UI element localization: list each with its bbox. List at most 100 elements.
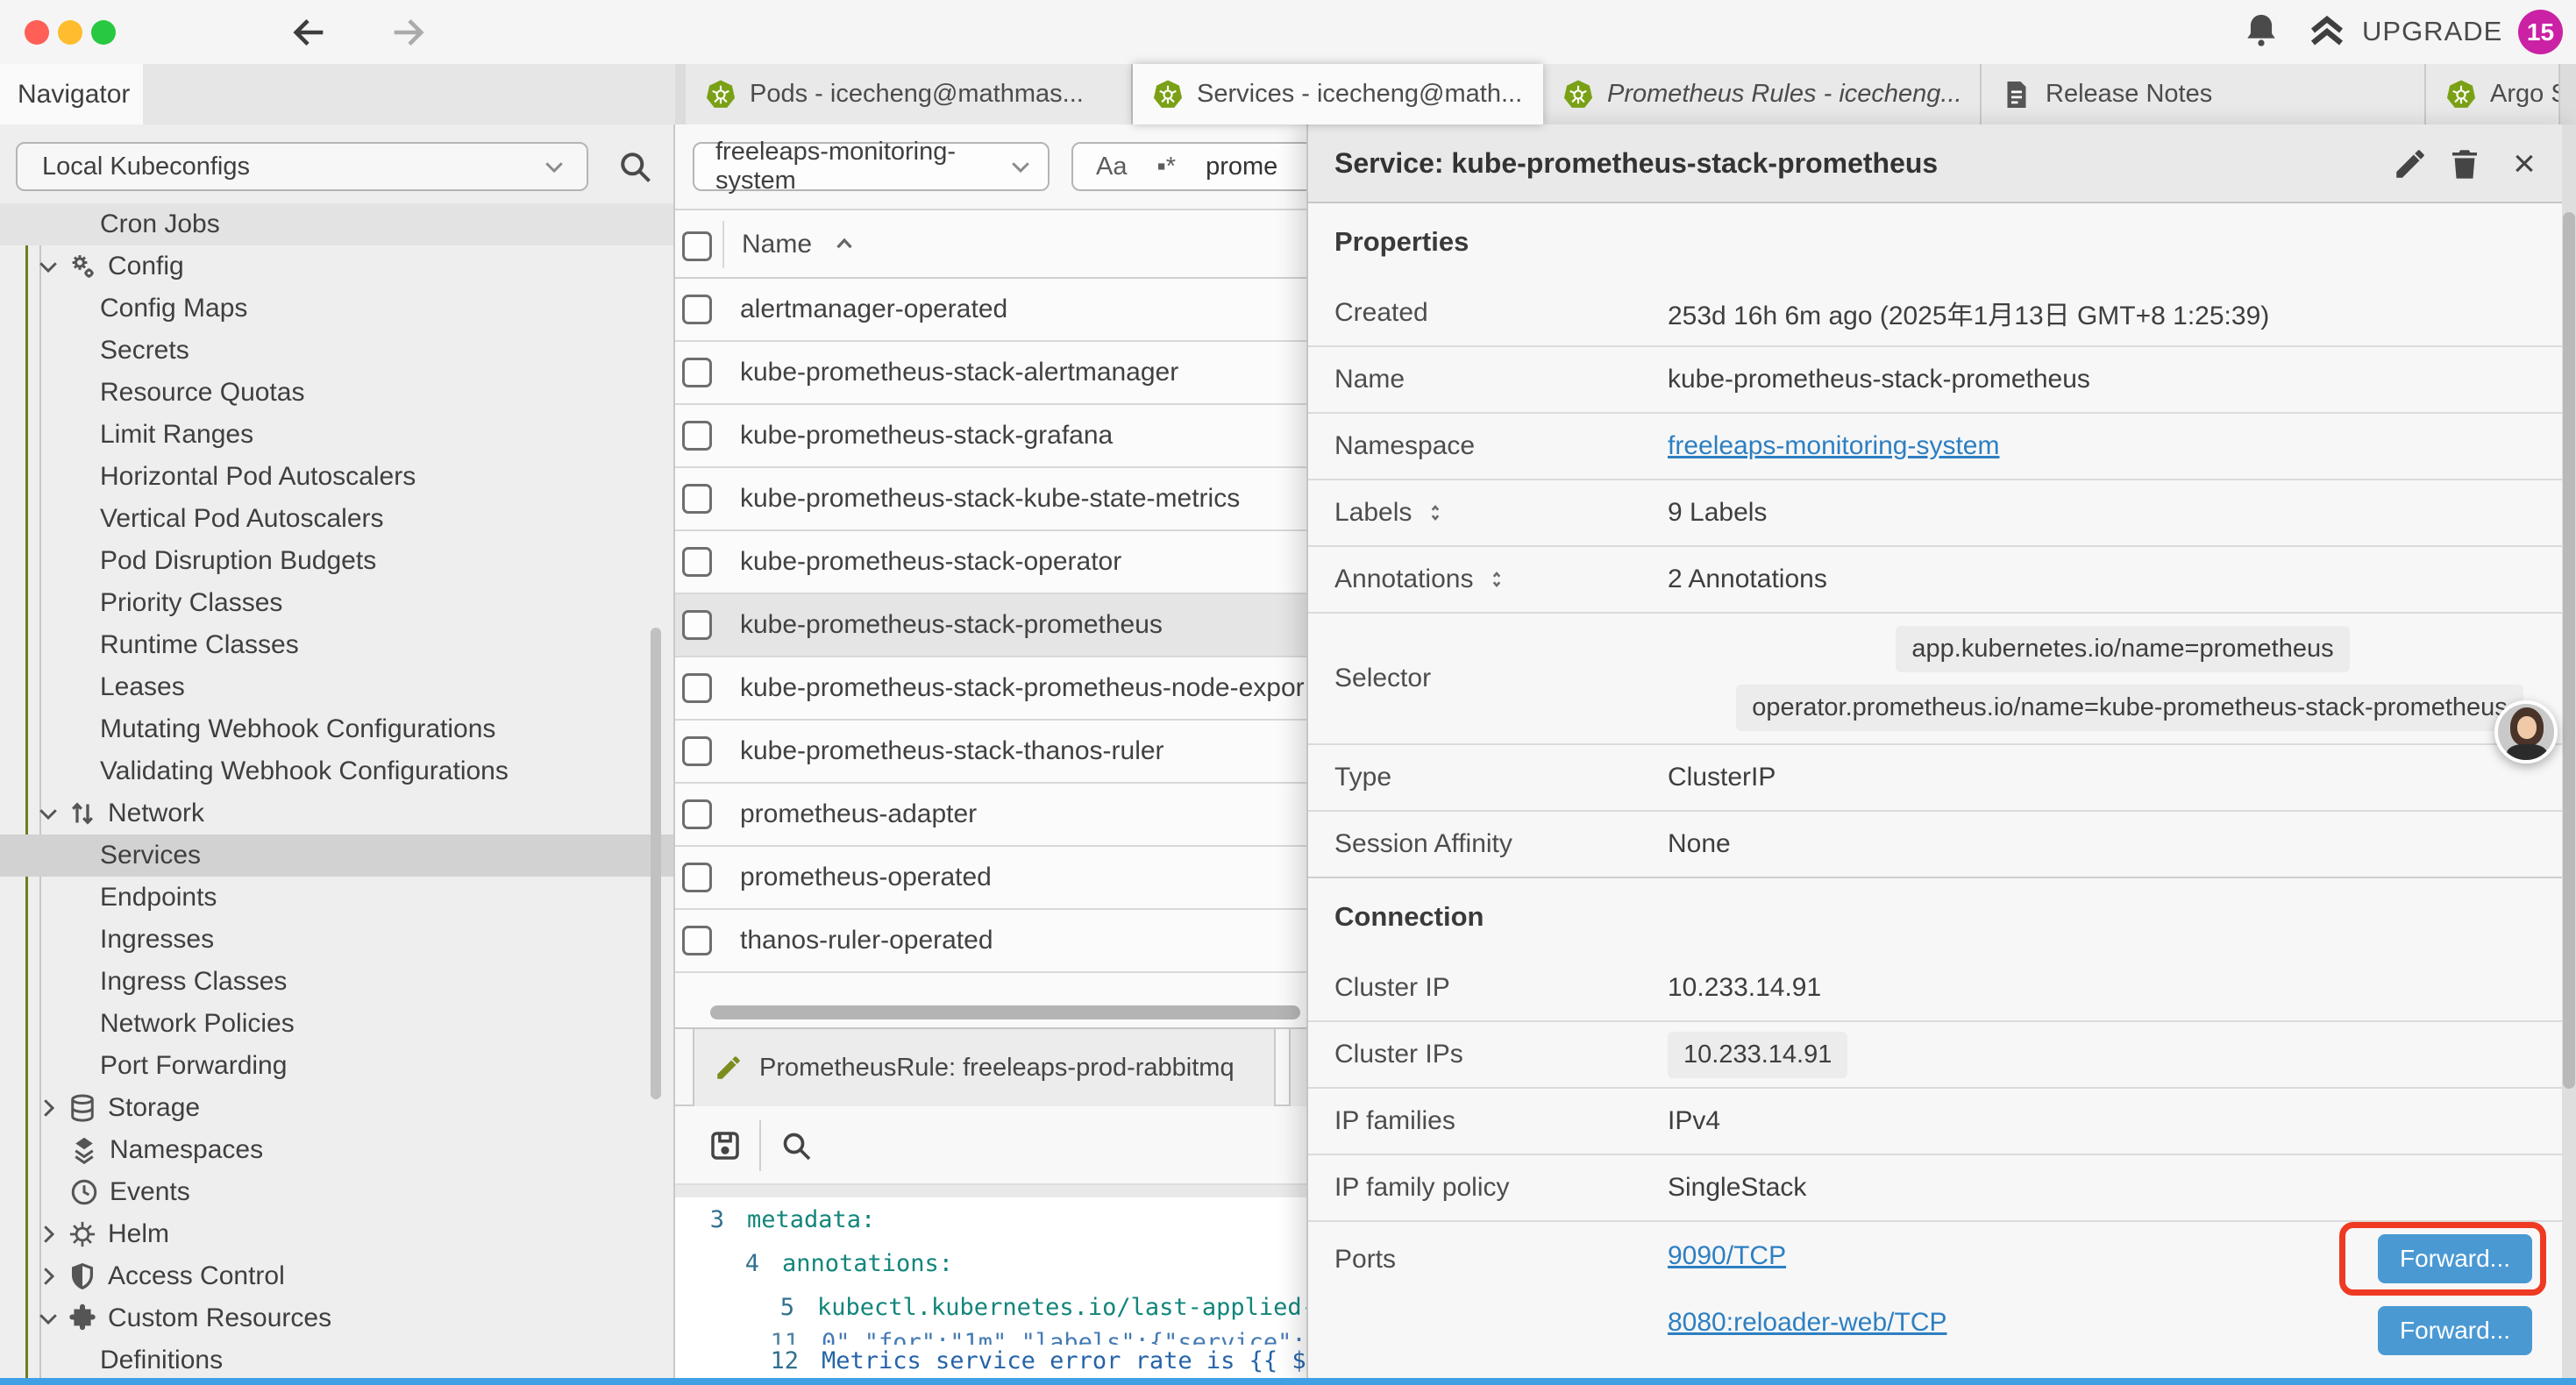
service-name: alertmanager-operated xyxy=(740,295,1007,324)
chev-right-icon[interactable] xyxy=(35,1221,61,1247)
chev-down-icon[interactable] xyxy=(35,800,61,827)
chev-right-icon[interactable] xyxy=(35,1263,61,1289)
service-name: kube-prometheus-stack-prometheus-node-ex… xyxy=(740,673,1305,703)
regex-toggle[interactable]: ▪* xyxy=(1156,153,1176,181)
tree-item[interactable]: Custom Resources xyxy=(0,1297,675,1339)
tree-item[interactable]: Runtime Classes xyxy=(0,624,675,666)
chev-right-icon[interactable] xyxy=(35,1095,61,1121)
tree-item[interactable]: Events xyxy=(0,1171,675,1213)
port-link-8080[interactable]: 8080:reloader-web/TCP xyxy=(1668,1308,1947,1337)
tree-item[interactable]: Ingress Classes xyxy=(0,961,675,1003)
notification-count-badge[interactable]: 15 xyxy=(2518,10,2563,54)
tree-item[interactable]: Vertical Pod Autoscalers xyxy=(0,498,675,540)
save-icon[interactable] xyxy=(707,1127,744,1164)
drawer-scrollbar-track[interactable] xyxy=(2562,124,2576,1385)
chev-down-icon[interactable] xyxy=(35,1305,61,1332)
cluster-tab[interactable]: Argo Se xyxy=(2426,64,2560,124)
arrow-right-icon[interactable] xyxy=(388,12,428,53)
tree-item[interactable]: Definitions xyxy=(0,1339,675,1381)
property-label: Cluster IPs xyxy=(1308,1022,1668,1087)
tree-item[interactable]: Horizontal Pod Autoscalers xyxy=(0,456,675,498)
sort-ud-icon[interactable] xyxy=(1424,501,1447,524)
tree-item[interactable]: Priority Classes xyxy=(0,582,675,624)
tree-item[interactable]: Services xyxy=(0,835,675,877)
table-horizontal-scrollbar[interactable] xyxy=(710,1005,1300,1019)
tree-item-label: Secrets xyxy=(100,336,189,366)
forward-button-9090[interactable]: Forward... xyxy=(2378,1234,2532,1283)
tree-item[interactable]: Port Forwarding xyxy=(0,1045,675,1087)
name-column-header[interactable]: Name xyxy=(742,210,857,279)
tree-item[interactable]: Access Control xyxy=(0,1255,675,1297)
row-checkbox[interactable] xyxy=(682,673,712,703)
namespace-link[interactable]: freeleaps-monitoring-system xyxy=(1668,431,1999,461)
namespace-select[interactable]: freeleaps-monitoring-system xyxy=(693,142,1050,191)
tree-item-label: Runtime Classes xyxy=(100,630,299,660)
tree-item[interactable]: Endpoints xyxy=(0,877,675,919)
row-checkbox[interactable] xyxy=(682,547,712,577)
search-icon[interactable] xyxy=(616,147,654,186)
forward-button-8080[interactable]: Forward... xyxy=(2378,1306,2532,1355)
window-minimize-button[interactable] xyxy=(58,20,82,45)
tree-item[interactable]: Config Maps xyxy=(0,288,675,330)
editor-tab-active[interactable]: PrometheusRule: freeleaps-prod-rabbitmq xyxy=(693,1029,1276,1106)
chev-down-icon[interactable] xyxy=(35,253,61,280)
tree-item-label: Mutating Webhook Configurations xyxy=(100,714,495,744)
match-case-toggle[interactable]: Aa xyxy=(1096,153,1127,181)
cluster-tab[interactable]: Services - icecheng@math... × xyxy=(1133,64,1543,124)
window-close-button[interactable] xyxy=(25,20,49,45)
row-checkbox[interactable] xyxy=(682,358,712,387)
row-checkbox[interactable] xyxy=(682,421,712,451)
service-detail-drawer: Service: kube-prometheus-stack-prometheu… xyxy=(1306,124,2576,1385)
tree-item[interactable]: Storage xyxy=(0,1087,675,1129)
tree-item[interactable]: Namespaces xyxy=(0,1129,675,1171)
cluster-tab[interactable]: Pods - icecheng@mathmas... xyxy=(686,64,1133,124)
tree-item[interactable]: Resource Quotas xyxy=(0,372,675,414)
kubeconfig-select[interactable]: Local Kubeconfigs xyxy=(16,142,588,191)
tree-item[interactable]: Mutating Webhook Configurations xyxy=(0,708,675,750)
sidebar-scrollbar-thumb[interactable] xyxy=(651,628,661,1099)
window-zoom-button[interactable] xyxy=(91,20,116,45)
row-checkbox[interactable] xyxy=(682,610,712,640)
line-number: 4 xyxy=(710,1250,782,1277)
bell-icon[interactable] xyxy=(2241,11,2281,52)
row-checkbox[interactable] xyxy=(682,799,712,829)
row-checkbox[interactable] xyxy=(682,484,712,514)
search-icon[interactable] xyxy=(779,1128,814,1163)
cluster-tab[interactable]: Release Notes xyxy=(1982,64,2426,124)
tree-item[interactable]: Ingresses xyxy=(0,919,675,961)
select-all-checkbox[interactable] xyxy=(682,231,712,261)
tree-item[interactable]: Secrets xyxy=(0,330,675,372)
tree-item-label: Custom Resources xyxy=(108,1303,331,1333)
property-label: Type xyxy=(1308,745,1668,810)
tree-item[interactable]: Helm xyxy=(0,1213,675,1255)
service-name: kube-prometheus-stack-alertmanager xyxy=(740,358,1178,387)
tree-item[interactable]: Leases xyxy=(0,666,675,708)
row-checkbox[interactable] xyxy=(682,736,712,766)
tree-item[interactable]: Config xyxy=(0,245,675,288)
row-checkbox[interactable] xyxy=(682,926,712,955)
drawer-scrollbar-thumb[interactable] xyxy=(2563,212,2575,1089)
tree-item[interactable]: Validating Webhook Configurations xyxy=(0,750,675,792)
navigator-panel-tab[interactable]: Navigator xyxy=(0,64,143,124)
user-avatar[interactable] xyxy=(2494,700,2558,764)
trash-icon[interactable] xyxy=(2446,146,2483,182)
property-row-name: Name kube-prometheus-stack-prometheus xyxy=(1308,347,2576,414)
tree-item[interactable]: Limit Ranges xyxy=(0,414,675,456)
labels-count[interactable]: 9 Labels xyxy=(1668,480,2576,545)
row-checkbox[interactable] xyxy=(682,295,712,324)
line-number: 12 xyxy=(750,1347,822,1374)
pencil-dark-icon[interactable] xyxy=(2392,146,2429,182)
sort-ud-icon[interactable] xyxy=(1485,568,1508,591)
cluster-tab[interactable]: Prometheus Rules - icecheng... xyxy=(1543,64,1982,124)
row-checkbox[interactable] xyxy=(682,863,712,892)
tree-item[interactable]: Network Policies xyxy=(0,1003,675,1045)
upgrade-button[interactable]: UPGRADE xyxy=(2306,9,2502,54)
arrow-left-icon[interactable] xyxy=(289,12,330,53)
port-link-9090[interactable]: 9090/TCP xyxy=(1668,1241,1786,1270)
tree-item[interactable]: Network xyxy=(0,792,675,835)
close-icon[interactable]: × xyxy=(2506,146,2543,182)
tree-item[interactable]: Pod Disruption Budgets xyxy=(0,540,675,582)
annotations-count[interactable]: 2 Annotations xyxy=(1668,547,2576,612)
property-value: SingleStack xyxy=(1668,1155,2576,1220)
tree-item[interactable]: Cron Jobs xyxy=(0,203,675,245)
